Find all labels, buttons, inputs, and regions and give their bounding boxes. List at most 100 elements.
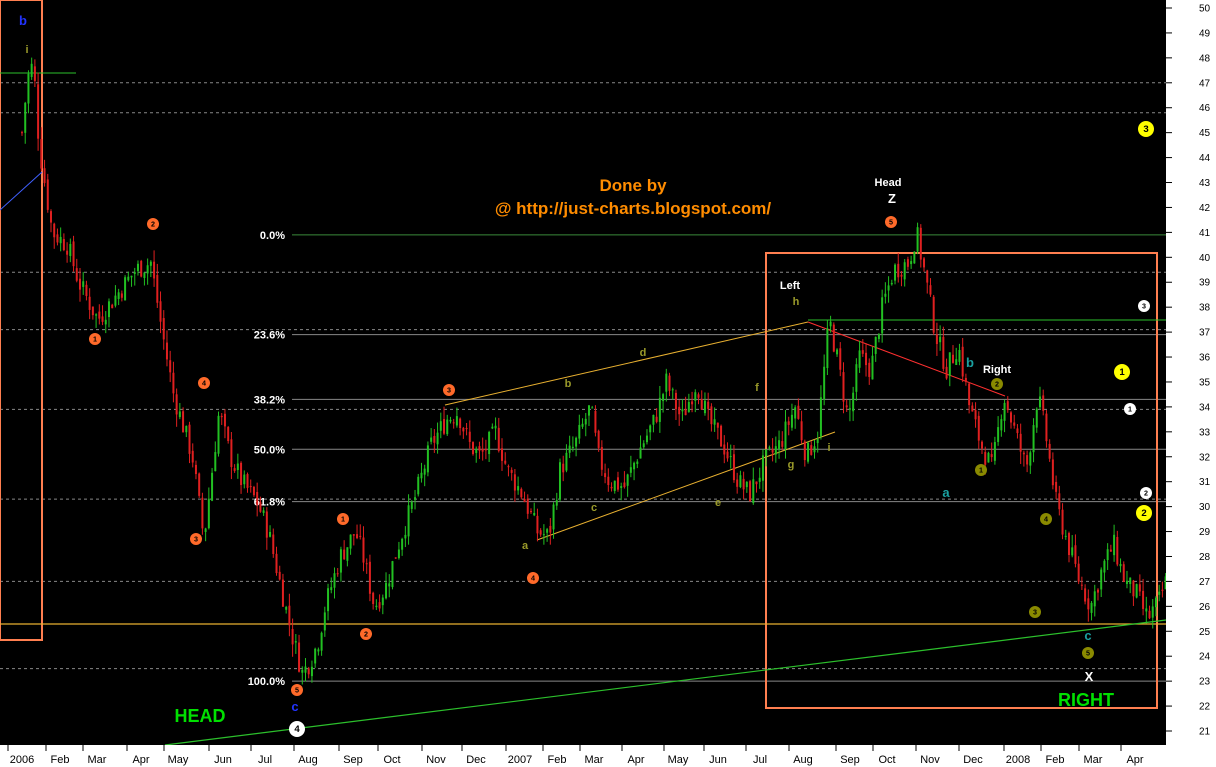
- candle-body: [807, 442, 810, 462]
- x-tick-label: Jun: [214, 754, 232, 766]
- candle-body: [484, 448, 487, 451]
- candle-body: [501, 448, 504, 461]
- candle-body: [761, 455, 764, 481]
- candle-body: [626, 474, 629, 486]
- wave-marker-orange-text: 4: [202, 378, 206, 387]
- wave-marker-orange-text: 2: [364, 629, 368, 638]
- candle-body: [1142, 590, 1145, 609]
- candle-body: [53, 223, 56, 238]
- candle-body: [716, 422, 719, 428]
- candle-body: [971, 405, 974, 412]
- x-tick-label: Oct: [878, 754, 895, 766]
- y-tick-label: 31: [1199, 477, 1211, 488]
- fib-label: 50.0%: [254, 444, 285, 456]
- candle-body: [997, 427, 1000, 442]
- candle-body: [558, 462, 561, 500]
- candle-body: [259, 502, 262, 512]
- wave-marker-yellow-text: 3: [1143, 124, 1148, 135]
- candle-body: [645, 435, 648, 443]
- candle-body: [169, 360, 172, 373]
- x-tick-label: May: [668, 754, 689, 766]
- y-tick-label: 38: [1199, 303, 1211, 314]
- wave-b-teal-label: b: [966, 355, 974, 370]
- candle-body: [59, 236, 62, 244]
- candle-body: [391, 561, 394, 588]
- x-tick-label: Feb: [51, 754, 70, 766]
- x-tick-label: 2008: [1006, 754, 1030, 766]
- candle-body: [1116, 536, 1119, 565]
- candle-body: [681, 409, 684, 412]
- candle-body: [894, 264, 897, 281]
- candle-body: [919, 227, 922, 260]
- candle-body: [281, 579, 284, 607]
- candle-body: [649, 425, 652, 433]
- candle-body: [262, 510, 265, 513]
- candle-body: [136, 263, 139, 272]
- candle-body: [417, 476, 420, 495]
- right-shoulder-label: Right: [983, 364, 1011, 376]
- candle-body: [694, 392, 697, 401]
- candle-body: [855, 364, 858, 392]
- y-tick-label: 46: [1199, 103, 1211, 114]
- candle-body: [1048, 443, 1051, 459]
- candle-body: [839, 348, 842, 370]
- wave-marker-orange-text: 3: [447, 385, 451, 394]
- candle-body: [713, 419, 716, 425]
- candle-body: [214, 452, 217, 472]
- candle-body: [375, 605, 378, 608]
- candle-body: [1145, 608, 1148, 612]
- wave-marker-olive-text: 2: [995, 379, 999, 388]
- candle-body: [336, 573, 339, 575]
- candle-body: [372, 592, 375, 605]
- wave-marker-yellow-text: 2: [1141, 508, 1146, 519]
- candle-body: [571, 446, 574, 449]
- candle-body: [504, 460, 507, 464]
- fib-label: 61.8%: [254, 497, 285, 509]
- y-tick-label: 33: [1199, 427, 1211, 438]
- candle-body: [784, 421, 787, 450]
- x-tick-label: Jul: [753, 754, 767, 766]
- candle-body: [1032, 425, 1035, 453]
- candle-body: [323, 612, 326, 631]
- x-tick-label: Apr: [132, 754, 149, 766]
- candle-body: [1077, 563, 1080, 582]
- candle-body: [236, 463, 239, 471]
- candle-body: [104, 319, 107, 325]
- y-tick-label: 36: [1199, 353, 1211, 364]
- candle-body: [465, 428, 468, 430]
- candle-body: [233, 468, 236, 471]
- candle-body: [339, 549, 342, 573]
- candle-body: [935, 334, 938, 345]
- y-tick-label: 26: [1199, 602, 1211, 613]
- candle-body: [185, 425, 188, 433]
- candle-body: [568, 445, 571, 453]
- candle-body: [984, 452, 987, 465]
- candle-body: [78, 278, 81, 290]
- candle-body: [420, 472, 423, 479]
- candle-body: [939, 336, 942, 343]
- candle-body: [1129, 577, 1132, 584]
- candle-body: [1080, 584, 1083, 586]
- candle-body: [343, 549, 346, 560]
- candle-body: [1106, 549, 1109, 561]
- candle-body: [227, 427, 230, 441]
- candle-body: [929, 285, 932, 295]
- candle-body: [749, 481, 752, 502]
- candle-body: [310, 666, 313, 677]
- candle-body: [56, 234, 59, 243]
- candle-body: [658, 397, 661, 422]
- candle-body: [265, 511, 268, 538]
- candle-body: [217, 415, 220, 454]
- candle-body: [211, 472, 214, 501]
- x-tick-label: 2006: [10, 754, 34, 766]
- candle-body: [294, 641, 297, 643]
- candle-body: [149, 261, 152, 266]
- candle-body: [378, 602, 381, 609]
- candle-body: [291, 629, 294, 645]
- candle-body: [1010, 412, 1013, 423]
- y-tick-label: 32: [1199, 452, 1211, 463]
- candle-body: [974, 410, 977, 420]
- candle-body: [836, 349, 839, 355]
- candle-body: [288, 605, 291, 626]
- candle-body: [95, 314, 98, 316]
